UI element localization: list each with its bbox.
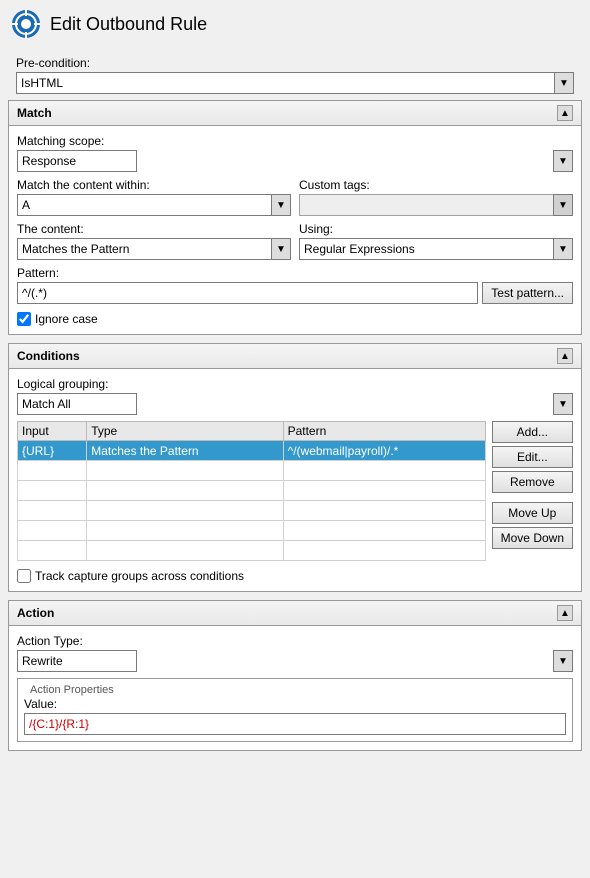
- table-row[interactable]: [18, 501, 486, 521]
- content-within-label: Match the content within:: [17, 178, 291, 192]
- logical-grouping-select-wrapper: Match All Match Any ▼: [17, 393, 573, 415]
- col-pattern: Pattern: [283, 422, 485, 441]
- action-type-select-wrapper: Rewrite Redirect CustomResponse AbortReq…: [17, 650, 573, 672]
- ignore-case-row: Ignore case: [17, 312, 573, 326]
- edit-button[interactable]: Edit...: [492, 446, 573, 468]
- pattern-row: Test pattern...: [17, 282, 573, 304]
- page-header: Edit Outbound Rule: [0, 0, 590, 48]
- conditions-collapse-btn[interactable]: ▲: [557, 348, 573, 364]
- action-type-label: Action Type:: [17, 634, 573, 648]
- track-label: Track capture groups across conditions: [35, 569, 244, 583]
- logical-grouping-col: Logical grouping: Match All Match Any ▼: [17, 377, 573, 415]
- add-button[interactable]: Add...: [492, 421, 573, 443]
- custom-tags-select[interactable]: [299, 194, 573, 216]
- page-content: Pre-condition: IsHTML None ▼ Match ▲ Mat…: [0, 48, 590, 763]
- app-icon: [10, 8, 42, 40]
- the-content-select[interactable]: Matches the Pattern Does Not Match the P…: [17, 238, 291, 260]
- table-row[interactable]: [18, 541, 486, 561]
- value-col: Value:: [24, 697, 566, 735]
- action-props-group: Action Properties Value:: [17, 678, 573, 742]
- matching-scope-arrow: ▼: [553, 150, 573, 172]
- pattern-col: Pattern: Test pattern...: [17, 266, 573, 304]
- action-type-col: Action Type: Rewrite Redirect CustomResp…: [17, 634, 573, 672]
- action-type-arrow: ▼: [553, 650, 573, 672]
- action-panel: Action ▲ Action Type: Rewrite Redirect C…: [8, 600, 582, 751]
- logical-grouping-label: Logical grouping:: [17, 377, 573, 391]
- using-label: Using:: [299, 222, 573, 236]
- col-type: Type: [87, 422, 283, 441]
- matching-scope-label: Matching scope:: [17, 134, 573, 148]
- track-checkbox[interactable]: [17, 569, 31, 583]
- match-panel: Match ▲ Matching scope: Response Request…: [8, 100, 582, 335]
- cell-type: Matches the Pattern: [87, 441, 283, 461]
- action-title: Action: [17, 606, 54, 620]
- col-input: Input: [18, 422, 87, 441]
- table-row[interactable]: [18, 481, 486, 501]
- conditions-area: Input Type Pattern {URL} Matches the Pat…: [17, 421, 573, 561]
- precondition-section: Pre-condition: IsHTML None ▼: [8, 52, 582, 100]
- content-within-select-wrapper: A IMG FORM FRAME IFRAME INPUT HEAD ▼: [17, 194, 291, 216]
- page-title: Edit Outbound Rule: [50, 14, 207, 35]
- action-body: Action Type: Rewrite Redirect CustomResp…: [9, 626, 581, 750]
- precondition-select[interactable]: IsHTML None: [16, 72, 574, 94]
- table-row[interactable]: [18, 461, 486, 481]
- test-pattern-button[interactable]: Test pattern...: [482, 282, 573, 304]
- custom-tags-col: Custom tags: ▼: [299, 178, 573, 216]
- custom-tags-label: Custom tags:: [299, 178, 573, 192]
- precondition-select-wrapper: IsHTML None ▼: [16, 72, 574, 94]
- logical-grouping-arrow: ▼: [553, 393, 573, 415]
- value-input[interactable]: [24, 713, 566, 735]
- using-select-wrapper: Regular Expressions Wildcards Exact Matc…: [299, 238, 573, 260]
- action-header: Action ▲: [9, 601, 581, 626]
- match-body: Matching scope: Response Request ▼ Match…: [9, 126, 581, 334]
- content-within-row: Match the content within: A IMG FORM FRA…: [17, 178, 573, 216]
- custom-tags-select-wrapper: ▼: [299, 194, 573, 216]
- precondition-label: Pre-condition:: [16, 52, 574, 70]
- ignore-case-label: Ignore case: [35, 312, 98, 326]
- action-props-legend: Action Properties: [28, 684, 116, 696]
- cell-input: {URL}: [18, 441, 87, 461]
- conditions-table: Input Type Pattern {URL} Matches the Pat…: [17, 421, 486, 561]
- track-row: Track capture groups across conditions: [17, 569, 573, 583]
- conditions-header: Conditions ▲: [9, 344, 581, 369]
- table-row[interactable]: [18, 521, 486, 541]
- move-down-button[interactable]: Move Down: [492, 527, 573, 549]
- the-content-label: The content:: [17, 222, 291, 236]
- content-within-select[interactable]: A IMG FORM FRAME IFRAME INPUT HEAD: [17, 194, 291, 216]
- action-collapse-btn[interactable]: ▲: [557, 605, 573, 621]
- cell-pattern: ^/(webmail|payroll)/.*: [283, 441, 485, 461]
- using-select[interactable]: Regular Expressions Wildcards Exact Matc…: [299, 238, 573, 260]
- table-row[interactable]: {URL} Matches the Pattern ^/(webmail|pay…: [18, 441, 486, 461]
- action-type-select[interactable]: Rewrite Redirect CustomResponse AbortReq…: [17, 650, 137, 672]
- pattern-input[interactable]: [17, 282, 478, 304]
- ignore-case-checkbox[interactable]: [17, 312, 31, 326]
- conditions-title: Conditions: [17, 349, 80, 363]
- match-header: Match ▲: [9, 101, 581, 126]
- match-collapse-btn[interactable]: ▲: [557, 105, 573, 121]
- matching-scope-select-wrapper: Response Request ▼: [17, 150, 573, 172]
- using-col: Using: Regular Expressions Wildcards Exa…: [299, 222, 573, 260]
- conditions-left: Input Type Pattern {URL} Matches the Pat…: [17, 421, 486, 561]
- matching-scope-col: Matching scope: Response Request ▼: [17, 134, 573, 172]
- remove-button[interactable]: Remove: [492, 471, 573, 493]
- pattern-label: Pattern:: [17, 266, 573, 280]
- move-up-button[interactable]: Move Up: [492, 502, 573, 524]
- value-label: Value:: [24, 697, 566, 711]
- conditions-buttons: Add... Edit... Remove Move Up Move Down: [492, 421, 573, 561]
- match-title: Match: [17, 106, 52, 120]
- matching-scope-select[interactable]: Response Request: [17, 150, 137, 172]
- conditions-panel: Conditions ▲ Logical grouping: Match All…: [8, 343, 582, 592]
- conditions-body: Logical grouping: Match All Match Any ▼ …: [9, 369, 581, 591]
- content-using-row: The content: Matches the Pattern Does No…: [17, 222, 573, 260]
- the-content-select-wrapper: Matches the Pattern Does Not Match the P…: [17, 238, 291, 260]
- content-within-col: Match the content within: A IMG FORM FRA…: [17, 178, 291, 216]
- logical-grouping-select[interactable]: Match All Match Any: [17, 393, 137, 415]
- the-content-col: The content: Matches the Pattern Does No…: [17, 222, 291, 260]
